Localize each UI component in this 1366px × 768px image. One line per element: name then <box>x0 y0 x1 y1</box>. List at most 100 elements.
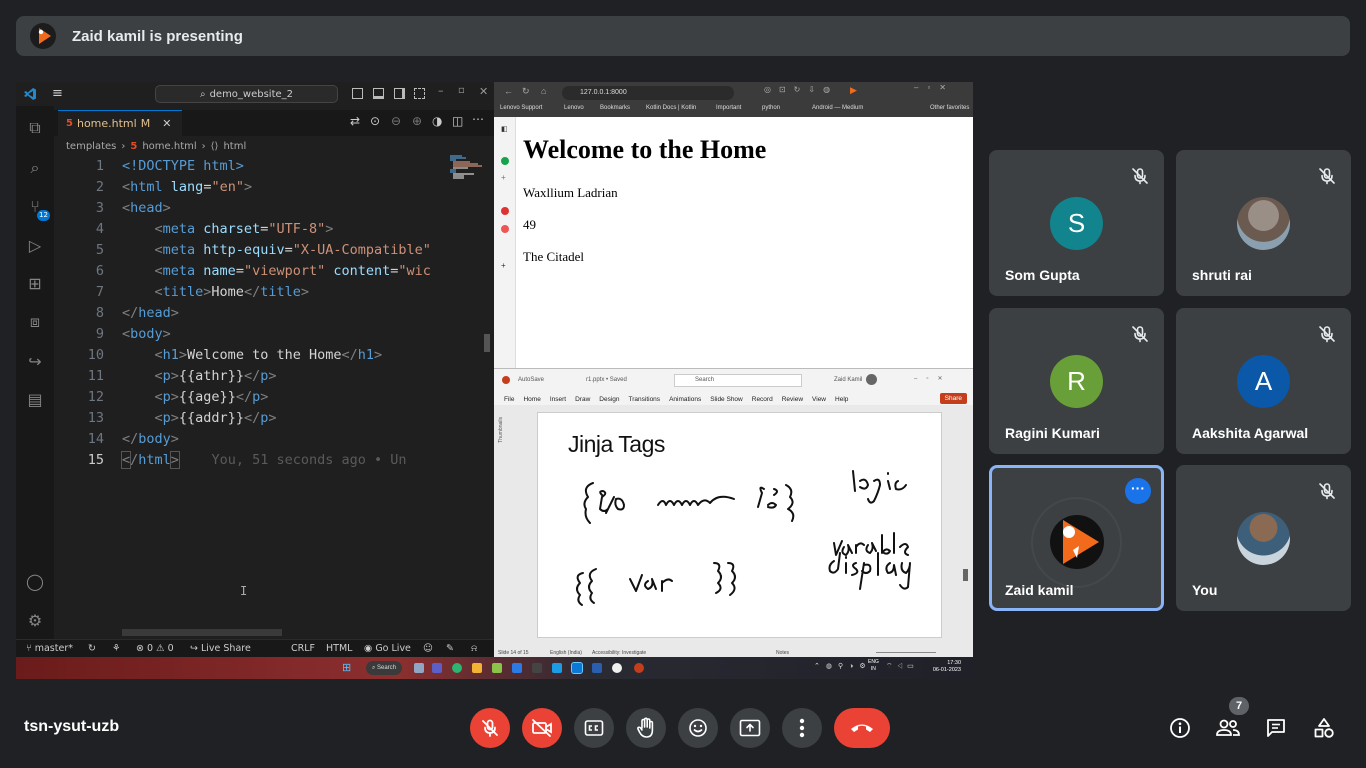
ribbon-tab[interactable]: Home <box>523 396 540 403</box>
language-mode[interactable]: HTML <box>326 643 352 654</box>
split-editor-icon[interactable]: ◫ <box>452 114 463 128</box>
live-share-icon[interactable]: ↪ <box>25 352 45 372</box>
taskbar-clock[interactable]: 17:30 06-01-2023 <box>933 660 961 674</box>
whatsapp-icon[interactable] <box>501 157 509 165</box>
network-volume-battery-icons[interactable]: ⌔◁▭ <box>886 662 918 671</box>
ribbon-tab[interactable]: Slide Show <box>710 396 743 403</box>
sidebar-icon[interactable]: ◧ <box>501 125 508 133</box>
git-graph-icon[interactable]: ⚘ <box>112 643 121 654</box>
accessibility-status[interactable]: Accessibility: Investigate <box>592 650 646 656</box>
bookmark-item[interactable]: Important <box>716 105 741 111</box>
show-everyone-button[interactable] <box>1214 714 1242 742</box>
xbox-icon[interactable] <box>492 663 502 673</box>
windows-start-icon[interactable]: ⊞ <box>342 661 351 674</box>
user-avatar[interactable] <box>866 374 877 385</box>
chrome-icon[interactable] <box>452 663 462 673</box>
more-options-button[interactable]: ··· <box>1125 478 1151 504</box>
present-now-button[interactable] <box>730 708 770 748</box>
camera-toggle-button[interactable] <box>522 708 562 748</box>
app-icon[interactable] <box>552 663 562 673</box>
bookmark-item[interactable]: Bookmarks <box>600 105 630 111</box>
customize-layout-icon[interactable] <box>414 88 425 99</box>
maximize-icon[interactable]: ▫ <box>458 85 465 96</box>
chat-app-icon[interactable] <box>432 663 442 673</box>
file-name[interactable]: r1.pptx • Saved <box>586 377 627 383</box>
browser-extension-icons[interactable]: ◎⊡↻⇩◍ <box>764 85 838 94</box>
participant-tile-zaid-kamil[interactable]: ··· Zaid kamil <box>989 465 1164 611</box>
bookmark-item[interactable]: Lenovo <box>564 105 584 111</box>
ribbon-tab[interactable]: Design <box>599 396 619 403</box>
horizontal-scrollbar[interactable] <box>122 629 282 636</box>
participant-tile-shruti-rai[interactable]: shruti rai <box>1176 150 1351 296</box>
remote-explorer-icon[interactable]: ⧈ <box>25 312 45 332</box>
code-editor[interactable]: 1 2 3 4 5 6 7 8 9 10 11 12 13 14 15 <!DO… <box>54 156 456 626</box>
ribbon-tab[interactable]: Review <box>782 396 803 403</box>
participant-tile-you[interactable]: You <box>1176 465 1351 611</box>
bookmark-item[interactable]: Android — Medium <box>812 105 863 111</box>
sync-icon[interactable]: ↻ <box>88 643 96 654</box>
minimize-icon[interactable]: – <box>438 84 444 97</box>
refresh-icon[interactable]: ↻ <box>522 86 530 97</box>
vscode-taskbar-icon[interactable] <box>571 662 583 674</box>
ribbon-tab[interactable]: Insert <box>550 396 566 403</box>
copilot-icon[interactable]: ☺ <box>423 643 433 654</box>
extension-logo-icon[interactable]: ▶ <box>850 85 857 96</box>
explorer-icon[interactable]: ⧉ <box>25 118 45 138</box>
go-next-icon[interactable]: ⊕ <box>412 114 422 128</box>
more-options-button[interactable] <box>782 708 822 748</box>
account-icon[interactable]: ◯ <box>25 572 45 592</box>
leave-call-button[interactable] <box>834 708 890 748</box>
bookmark-item[interactable]: Kotlin Docs | Kotlin <box>646 105 696 111</box>
tab-home-html[interactable]: 5 home.html M ✕ <box>58 110 182 136</box>
ribbon-tab[interactable]: Help <box>835 396 848 403</box>
compare-changes-icon[interactable]: ⇄ <box>350 114 360 128</box>
back-icon[interactable]: ← <box>504 86 513 96</box>
close-window-icon[interactable]: ✕ <box>479 85 488 98</box>
ribbon-tab[interactable]: Transitions <box>629 396 661 403</box>
breadcrumb-html[interactable]: html <box>223 141 246 152</box>
sidebar-icon[interactable] <box>501 225 509 233</box>
slide-canvas[interactable]: Jinja Tags <box>537 412 942 638</box>
ribbon-tab[interactable]: Draw <box>575 396 590 403</box>
chat-button[interactable] <box>1262 714 1290 742</box>
add-sidebar-icon[interactable]: + <box>501 261 506 270</box>
problems-status[interactable]: ⊗ 0 ⚠ 0 <box>136 643 174 654</box>
command-center-search[interactable]: ⌕ demo_website_2 <box>155 85 338 103</box>
database-icon[interactable]: ▤ <box>25 390 45 410</box>
app-icon[interactable] <box>612 663 622 673</box>
go-live-status[interactable]: ◉ Go Live <box>364 643 411 654</box>
bookmark-item[interactable]: python <box>762 105 780 111</box>
todo-icon[interactable] <box>512 663 522 673</box>
app-icon[interactable] <box>592 663 602 673</box>
go-previous-icon[interactable]: ⊖ <box>391 114 401 128</box>
run-debug-icon[interactable]: ▷ <box>25 236 45 256</box>
participant-tile-som-gupta[interactable]: S Som Gupta <box>989 150 1164 296</box>
toggle-panel-icon[interactable] <box>373 88 384 99</box>
breadcrumb-templates[interactable]: templates <box>66 141 116 152</box>
open-preview-icon[interactable]: ◑ <box>432 114 442 128</box>
input-language[interactable]: ENG IN <box>868 659 879 673</box>
settings-gear-icon[interactable]: ⚙ <box>25 611 45 631</box>
extensions-icon[interactable]: ⊞ <box>25 274 45 294</box>
menu-icon[interactable]: ≡ <box>52 86 63 101</box>
address-bar[interactable]: 127.0.0.1:8000 <box>562 86 734 100</box>
search-icon[interactable]: ⌕ <box>25 158 45 178</box>
language-status[interactable]: English (India) <box>550 650 582 656</box>
autosave-toggle[interactable]: AutoSave <box>518 377 544 383</box>
ppt-search-box[interactable]: Search <box>674 374 802 387</box>
powerpoint-taskbar-icon[interactable] <box>634 663 644 673</box>
meeting-details-button[interactable] <box>1166 714 1194 742</box>
more-actions-icon[interactable]: ⋯ <box>472 112 484 126</box>
slide-scrollbar[interactable] <box>963 569 968 581</box>
bookmark-item[interactable]: Other favorites <box>930 105 969 111</box>
close-tab-icon[interactable]: ✕ <box>162 117 171 130</box>
emoji-reaction-button[interactable] <box>678 708 718 748</box>
window-controls-icon[interactable]: –▫✕ <box>914 375 952 382</box>
notifications-bell-icon[interactable]: ⍾ <box>471 643 477 654</box>
share-button[interactable]: Share <box>939 393 967 404</box>
home-icon[interactable]: ⌂ <box>541 86 546 96</box>
thumbnails-pane-label[interactable]: Thumbnails <box>498 417 504 443</box>
go-back-icon[interactable]: ⊙ <box>370 114 380 128</box>
toggle-sidebar-icon[interactable] <box>352 88 363 99</box>
minimap[interactable] <box>448 154 484 184</box>
